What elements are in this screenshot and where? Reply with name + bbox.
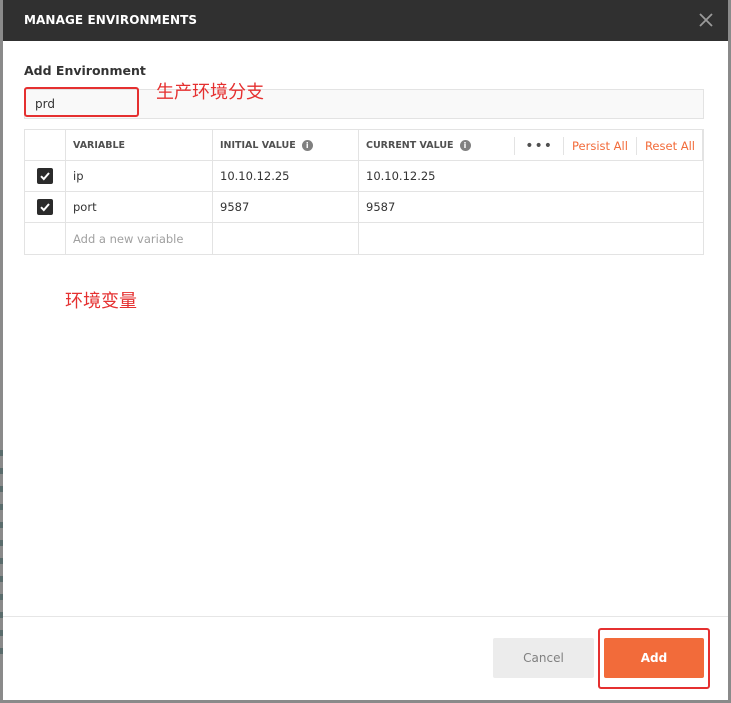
row-check-cell — [25, 161, 66, 191]
add-environment-label: Add Environment — [24, 63, 146, 78]
row-check-cell — [25, 192, 66, 222]
cancel-button[interactable]: Cancel — [493, 638, 594, 678]
initial-value-cell[interactable]: 9587 — [213, 192, 359, 222]
close-icon[interactable] — [696, 10, 716, 30]
annotation-env-branch: 生产环境分支 — [156, 82, 264, 103]
persist-all-button[interactable]: Persist All — [563, 136, 636, 155]
add-button[interactable]: Add — [604, 638, 704, 678]
new-current-value-cell[interactable] — [359, 223, 703, 254]
info-icon[interactable]: i — [459, 139, 471, 151]
current-value-cell[interactable]: 9587 — [359, 192, 703, 222]
manage-environments-modal: MANAGE ENVIRONMENTS Add Environment 生产环境… — [3, 0, 728, 700]
modal-title: MANAGE ENVIRONMENTS — [24, 13, 198, 27]
check-icon — [40, 172, 50, 181]
row-checkbox[interactable] — [37, 168, 53, 184]
reset-all-button[interactable]: Reset All — [635, 136, 703, 155]
header-initial-value: INITIAL VALUE i — [213, 130, 359, 160]
header-initial-value-label: INITIAL VALUE — [220, 139, 296, 151]
variable-cell[interactable]: port — [66, 192, 213, 222]
table-row: ip 10.10.12.25 10.10.12.25 — [25, 161, 703, 192]
table-header-row: VARIABLE INITIAL VALUE i CURRENT VALUE i… — [25, 130, 703, 161]
variables-table: VARIABLE INITIAL VALUE i CURRENT VALUE i… — [24, 129, 704, 255]
row-checkbox[interactable] — [37, 199, 53, 215]
annotation-env-vars: 环境变量 — [65, 291, 137, 312]
new-variable-input[interactable]: Add a new variable — [66, 223, 213, 254]
new-initial-value-cell[interactable] — [213, 223, 359, 254]
row-check-cell — [25, 223, 66, 254]
header-tools: ••• Persist All Reset All — [514, 130, 703, 161]
table-row-new: Add a new variable — [25, 223, 703, 254]
initial-value-cell[interactable]: 10.10.12.25 — [213, 161, 359, 191]
info-icon[interactable]: i — [301, 139, 313, 151]
environment-name-input[interactable] — [24, 89, 704, 119]
more-options-icon[interactable]: ••• — [514, 136, 563, 155]
header-check-cell — [25, 130, 66, 160]
variable-cell[interactable]: ip — [66, 161, 213, 191]
header-current-value-label: CURRENT VALUE — [366, 139, 454, 151]
current-value-cell[interactable]: 10.10.12.25 — [359, 161, 703, 191]
table-row: port 9587 9587 — [25, 192, 703, 223]
check-icon — [40, 203, 50, 212]
modal-header: MANAGE ENVIRONMENTS — [3, 0, 728, 41]
header-variable: VARIABLE — [66, 130, 213, 160]
footer-divider — [3, 616, 728, 617]
